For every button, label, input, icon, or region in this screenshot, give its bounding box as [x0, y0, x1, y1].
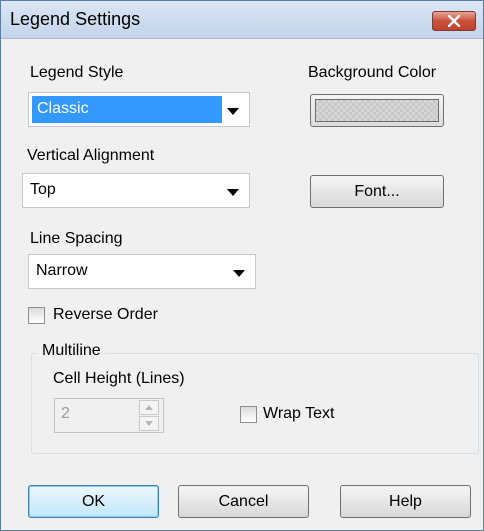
legend-style-value: Classic — [37, 100, 89, 117]
dialog-title: Legend Settings — [10, 9, 141, 29]
legend-style-label: Legend Style — [30, 64, 124, 81]
multiline-group-caption: Multiline — [38, 342, 105, 360]
legend-style-dropdown[interactable]: Classic — [28, 92, 250, 127]
ok-button[interactable]: OK — [28, 485, 159, 518]
background-color-button[interactable] — [310, 94, 444, 127]
line-spacing-value: Narrow — [36, 262, 88, 279]
close-button[interactable] — [432, 11, 476, 31]
selected-highlight: Classic — [32, 96, 222, 123]
spin-up-button[interactable] — [139, 400, 159, 415]
reverse-order-label: Reverse Order — [53, 306, 158, 323]
wrap-text-label: Wrap Text — [263, 405, 335, 422]
cancel-button[interactable]: Cancel — [178, 485, 309, 518]
chevron-down-icon — [227, 189, 239, 196]
help-button[interactable]: Help — [340, 485, 471, 518]
close-icon — [448, 15, 460, 27]
chevron-down-icon — [233, 270, 245, 277]
vertical-alignment-value: Top — [30, 181, 56, 198]
spin-down-button[interactable] — [139, 416, 159, 431]
title-bar[interactable]: Legend Settings — [1, 1, 483, 39]
background-color-label: Background Color — [308, 64, 437, 81]
reverse-order-checkbox[interactable] — [28, 307, 45, 324]
vertical-alignment-label: Vertical Alignment — [27, 147, 155, 164]
arrow-down-icon — [145, 421, 153, 426]
wrap-text-checkbox[interactable] — [240, 406, 257, 423]
arrow-up-icon — [145, 405, 153, 410]
vertical-alignment-dropdown[interactable]: Top — [22, 173, 250, 208]
cell-height-value: 2 — [61, 405, 70, 422]
chevron-down-icon — [227, 108, 239, 115]
line-spacing-label: Line Spacing — [30, 230, 123, 247]
font-button[interactable]: Font... — [310, 175, 444, 208]
color-swatch — [315, 99, 439, 122]
cell-height-spinner[interactable]: 2 — [54, 398, 164, 433]
line-spacing-dropdown[interactable]: Narrow — [28, 254, 256, 289]
cell-height-label: Cell Height (Lines) — [53, 370, 185, 387]
legend-settings-dialog: Legend Settings Legend Style Classic Bac… — [0, 0, 484, 531]
